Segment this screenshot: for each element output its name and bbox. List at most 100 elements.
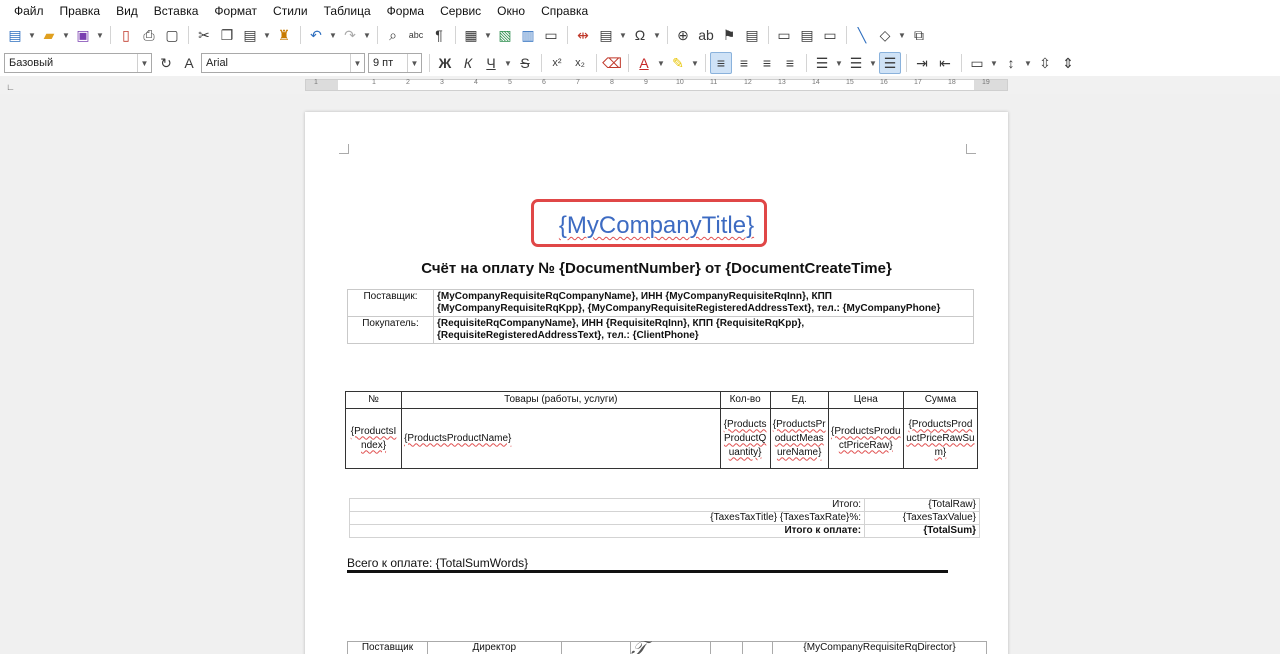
new-document-icon[interactable]: ▤: [4, 24, 26, 46]
paragraph-border-icon[interactable]: ▭: [966, 52, 988, 74]
decrease-indent-icon[interactable]: ⇤: [934, 52, 956, 74]
chevron-down-icon[interactable]: ▼: [95, 24, 105, 46]
tax-value[interactable]: {TaxesTaxValue}: [864, 511, 980, 525]
numbered-list-icon[interactable]: ☰: [845, 52, 867, 74]
font-color-icon[interactable]: A: [633, 52, 655, 74]
chevron-down-icon[interactable]: ▼: [989, 52, 999, 74]
tax-label[interactable]: {TaxesTaxTitle} {TaxesTaxRate}%:: [348, 511, 866, 525]
strikethrough-button[interactable]: S: [514, 52, 536, 74]
underline-button[interactable]: Ч: [480, 52, 502, 74]
increase-indent-icon[interactable]: ⇥: [911, 52, 933, 74]
chevron-down-icon[interactable]: ▼: [868, 52, 878, 74]
chevron-down-icon[interactable]: ▼: [656, 52, 666, 74]
new-style-icon[interactable]: A: [178, 52, 200, 74]
supplier-value[interactable]: {MyCompanyRequisiteRqCompanyName}, ИНН {…: [433, 289, 974, 317]
grand-total-label[interactable]: Итого к оплате:: [348, 524, 866, 538]
chevron-down-icon[interactable]: ▼: [1023, 52, 1033, 74]
menu-tools[interactable]: Сервис: [432, 0, 489, 22]
sign-director-name[interactable]: {MyCompanyRequisiteRqDirector}: [772, 641, 987, 654]
total-value[interactable]: {TotalRaw}: [864, 498, 980, 512]
formatting-marks-icon[interactable]: ¶: [428, 24, 450, 46]
buyer-label[interactable]: Покупатель:: [347, 316, 434, 344]
insert-table-icon[interactable]: ▦: [460, 24, 482, 46]
find-replace-icon[interactable]: ⌕: [382, 24, 404, 46]
update-style-icon[interactable]: ↻: [155, 52, 177, 74]
chevron-down-icon[interactable]: ▼: [27, 24, 37, 46]
chevron-down-icon[interactable]: ▼: [690, 52, 700, 74]
footnote-icon[interactable]: ab: [695, 24, 717, 46]
sign-empty-cell[interactable]: [560, 641, 632, 654]
horizontal-ruler[interactable]: 1 1 2 3 4 5 6 7 8 9 10 11 12 13 14 15 16…: [305, 79, 1008, 91]
sign-empty-cell[interactable]: [710, 641, 744, 654]
paragraph-spacing-icon[interactable]: ⇳: [1034, 52, 1056, 74]
clear-formatting-icon[interactable]: ⌫: [601, 52, 623, 74]
chevron-down-icon[interactable]: ▼: [61, 24, 71, 46]
cut-icon[interactable]: ✂: [193, 24, 215, 46]
chevron-down-icon[interactable]: ▼: [350, 54, 364, 72]
chevron-down-icon[interactable]: ▼: [262, 24, 272, 46]
column-header[interactable]: №: [344, 391, 403, 409]
menu-table[interactable]: Таблица: [316, 0, 379, 22]
column-header[interactable]: Ед.: [769, 391, 829, 409]
superscript-button[interactable]: x²: [546, 52, 568, 74]
export-pdf-icon[interactable]: ▯: [115, 24, 137, 46]
font-name-combo[interactable]: Arial ▼: [201, 53, 365, 73]
basic-shapes-icon[interactable]: ◇: [874, 24, 896, 46]
decrease-paragraph-spacing-icon[interactable]: ⇕: [1057, 52, 1079, 74]
supplier-label[interactable]: Поставщик:: [347, 289, 434, 317]
menu-insert[interactable]: Вставка: [146, 0, 207, 22]
insert-field-icon[interactable]: ▤: [595, 24, 617, 46]
sign-supplier-label[interactable]: Поставщик: [347, 641, 428, 654]
spelling-icon[interactable]: abc: [405, 24, 427, 46]
product-index-cell[interactable]: {ProductsIndex}: [344, 408, 403, 469]
page-break-icon[interactable]: ⇹: [572, 24, 594, 46]
bold-button[interactable]: Ж: [434, 52, 456, 74]
paste-icon[interactable]: ▤: [239, 24, 261, 46]
line-icon[interactable]: ╲: [851, 24, 873, 46]
align-justify-icon[interactable]: ≡: [779, 52, 801, 74]
special-character-icon[interactable]: Ω: [629, 24, 651, 46]
menu-styles[interactable]: Стили: [265, 0, 316, 22]
sign-empty-cell[interactable]: [742, 641, 774, 654]
menu-window[interactable]: Окно: [489, 0, 533, 22]
cross-reference-icon[interactable]: ▤: [741, 24, 763, 46]
bookmark-icon[interactable]: ⚑: [718, 24, 740, 46]
menu-help[interactable]: Справка: [533, 0, 596, 22]
sign-director-label[interactable]: Директор: [426, 641, 562, 654]
copy-icon[interactable]: ❐: [216, 24, 238, 46]
chevron-down-icon[interactable]: ▼: [503, 52, 513, 74]
comment-icon[interactable]: ▭: [773, 24, 795, 46]
buyer-value[interactable]: {RequisiteRqCompanyName}, ИНН {Requisite…: [433, 316, 974, 344]
bullet-list-icon[interactable]: ☰: [811, 52, 833, 74]
open-folder-icon[interactable]: ▰: [38, 24, 60, 46]
chevron-down-icon[interactable]: ▼: [483, 24, 493, 46]
hyperlink-icon[interactable]: ⊕: [672, 24, 694, 46]
menu-form[interactable]: Форма: [379, 0, 432, 22]
invoice-heading[interactable]: Счёт на оплату № {DocumentNumber} от {Do…: [305, 260, 1008, 277]
chevron-down-icon[interactable]: ▼: [618, 24, 628, 46]
outline-list-icon[interactable]: ☰: [879, 52, 901, 74]
chevron-down-icon[interactable]: ▼: [362, 24, 372, 46]
chevron-down-icon[interactable]: ▼: [897, 24, 907, 46]
undo-icon[interactable]: ↶: [305, 24, 327, 46]
chevron-down-icon[interactable]: ▼: [137, 54, 151, 72]
align-center-icon[interactable]: ≡: [733, 52, 755, 74]
column-header[interactable]: Сумма: [902, 391, 979, 409]
column-header[interactable]: Товары (работы, услуги): [401, 391, 721, 409]
document-page[interactable]: {MyCompanyTitle} Счёт на оплату № {Docum…: [305, 112, 1008, 654]
chevron-down-icon[interactable]: ▼: [652, 24, 662, 46]
product-quantity-cell[interactable]: {ProductsProductQuantity}: [719, 408, 771, 469]
redo-icon[interactable]: ↷: [339, 24, 361, 46]
menu-edit[interactable]: Правка: [52, 0, 109, 22]
column-header[interactable]: Кол-во: [719, 391, 771, 409]
total-label[interactable]: Итого:: [348, 498, 866, 512]
tab-stop-selector-icon[interactable]: ∟: [6, 82, 15, 92]
print-preview-icon[interactable]: ▢: [161, 24, 183, 46]
product-price-cell[interactable]: {ProductsProductPriceRaw}: [827, 408, 904, 469]
chevron-down-icon[interactable]: ▼: [407, 54, 421, 72]
header-footer-icon[interactable]: ▭: [819, 24, 841, 46]
clone-formatting-icon[interactable]: ♜: [273, 24, 295, 46]
chevron-down-icon[interactable]: ▼: [834, 52, 844, 74]
insert-textbox-icon[interactable]: ▭: [540, 24, 562, 46]
product-sum-cell[interactable]: {ProductsProductPriceRawSum}: [902, 408, 979, 469]
